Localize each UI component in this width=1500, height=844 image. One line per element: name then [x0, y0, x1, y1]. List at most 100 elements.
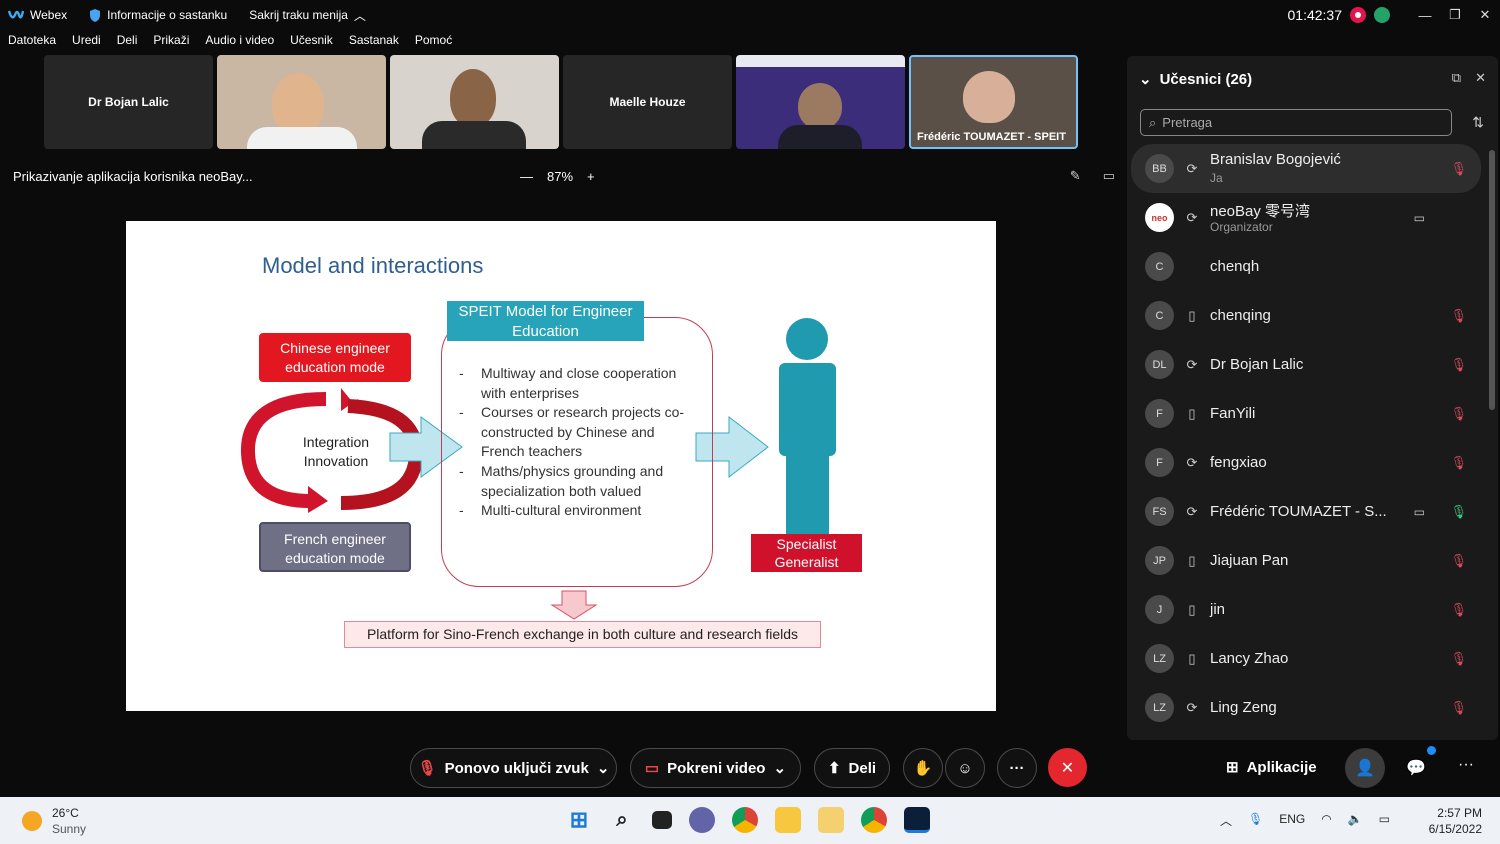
- battery-icon[interactable]: ▭: [1379, 812, 1390, 829]
- chrome-icon[interactable]: [732, 807, 758, 833]
- participant-name: Jiajuan Pan: [1210, 552, 1289, 569]
- weather-widget[interactable]: 26°C Sunny: [22, 805, 86, 837]
- menu-audio-video[interactable]: Audio i video: [205, 33, 274, 53]
- search-icon[interactable]: ⌕: [609, 807, 635, 833]
- share-button[interactable]: ⬆ Deli: [814, 748, 890, 788]
- reactions-button[interactable]: ☺: [945, 748, 985, 788]
- participant-name: Branislav Bogojević: [1210, 151, 1341, 168]
- participant-role: Organizator: [1210, 220, 1273, 234]
- temperature: 26°C: [52, 806, 79, 820]
- mic-muted-icon[interactable]: 🎙: [1450, 406, 1467, 422]
- participants-header[interactable]: ⌄ Učesnici (26): [1139, 70, 1252, 89]
- apps-button[interactable]: ⊞ Aplikacije: [1226, 758, 1317, 777]
- mic-muted-icon[interactable]: 🎙: [1450, 700, 1467, 716]
- microphone-icon[interactable]: 🎙: [1248, 812, 1263, 829]
- video-tile[interactable]: [390, 55, 559, 149]
- webex-logo-icon: [8, 10, 24, 19]
- file-explorer-icon[interactable]: [775, 807, 801, 833]
- bullet-item: Maths/physics grounding and specializati…: [459, 462, 694, 501]
- unmute-button[interactable]: 🎙 Ponovo uključi zvuk ⌄: [410, 748, 617, 788]
- participant-row[interactable]: C ▯ chenqing 🎙: [1131, 291, 1481, 340]
- video-tile-active-speaker[interactable]: Frédéric TOUMAZET - SPEIT: [909, 55, 1078, 149]
- popout-icon[interactable]: ⧉: [1452, 70, 1461, 86]
- menu-participant[interactable]: Učesnik: [290, 33, 333, 53]
- webex-app-label[interactable]: Webex: [8, 8, 67, 22]
- zoom-out-button[interactable]: —: [520, 169, 533, 184]
- leave-meeting-button[interactable]: ✕: [1048, 748, 1087, 787]
- participants-toggle-button[interactable]: 👤: [1345, 748, 1385, 788]
- participant-row[interactable]: neo ⟳ neoBay 零号湾 Organizator ▭: [1131, 193, 1481, 242]
- more-options-button[interactable]: ···: [997, 748, 1037, 788]
- more-icon[interactable]: ···: [1458, 756, 1474, 774]
- video-tile[interactable]: [736, 55, 905, 149]
- notes-icon[interactable]: [818, 807, 844, 833]
- participant-row[interactable]: JP ▯ Jiajuan Pan 🎙: [1131, 536, 1481, 585]
- task-view-icon[interactable]: [652, 811, 672, 829]
- annotate-icon[interactable]: ✎: [1070, 168, 1081, 184]
- start-video-button[interactable]: ▭ Pokreni video ⌄: [630, 748, 801, 788]
- network-health-icon[interactable]: [1374, 7, 1390, 23]
- participant-row[interactable]: LZ ⟳ Ling Zeng 🎙: [1131, 683, 1481, 732]
- windows-start-icon[interactable]: ⊞: [566, 807, 592, 833]
- recording-icon[interactable]: [1350, 7, 1366, 23]
- menu-meeting[interactable]: Sastanak: [349, 33, 399, 53]
- participant-name: Frédéric TOUMAZET - S...: [1210, 503, 1387, 520]
- webex-taskbar-icon[interactable]: [904, 807, 930, 833]
- video-tile[interactable]: [217, 55, 386, 149]
- mic-muted-icon[interactable]: 🎙: [1450, 553, 1467, 569]
- menu-help[interactable]: Pomoć: [415, 33, 452, 53]
- chrome-icon[interactable]: [861, 807, 887, 833]
- participant-row[interactable]: DL ⟳ Dr Bojan Lalic 🎙: [1131, 340, 1481, 389]
- chat-icon[interactable]: 💬: [1406, 758, 1426, 778]
- restore-icon[interactable]: ❐: [1440, 0, 1470, 30]
- wifi-icon[interactable]: ◠: [1321, 812, 1331, 829]
- participant-name: Ling Zeng: [1210, 699, 1277, 716]
- participant-video-body: [247, 127, 357, 149]
- mic-active-icon[interactable]: 🎙: [1450, 504, 1467, 520]
- participant-row[interactable]: J ▯ jin 🎙: [1131, 585, 1481, 634]
- meeting-info-button[interactable]: Informacije o sastanku: [89, 8, 227, 22]
- mic-muted-icon[interactable]: 🎙: [1450, 455, 1467, 471]
- video-tile[interactable]: Dr Bojan Lalic: [44, 55, 213, 149]
- mic-muted-icon[interactable]: 🎙: [1450, 161, 1467, 177]
- menu-view[interactable]: Prikaži: [153, 33, 189, 53]
- hide-menu-button[interactable]: Sakrij traku menija ︿: [249, 7, 366, 24]
- minimize-icon[interactable]: —: [1410, 0, 1440, 30]
- participant-row[interactable]: F ⟳ fengxiao 🎙: [1131, 438, 1481, 487]
- language-indicator[interactable]: ENG: [1279, 812, 1305, 829]
- volume-icon[interactable]: 🔈: [1348, 812, 1363, 829]
- mic-muted-icon[interactable]: 🎙: [1450, 357, 1467, 373]
- participant-row[interactable]: F ▯ FanYili 🎙: [1131, 389, 1481, 438]
- participant-name: chenqh: [1210, 258, 1260, 275]
- menu-file[interactable]: Datoteka: [8, 33, 56, 53]
- close-icon[interactable]: ✕: [1470, 0, 1500, 30]
- platform-box: Platform for Sino-French exchange in bot…: [344, 621, 821, 648]
- chevron-up-icon[interactable]: ︿: [1220, 812, 1232, 829]
- mic-muted-icon[interactable]: 🎙: [1450, 308, 1467, 324]
- close-panel-icon[interactable]: ✕: [1475, 70, 1486, 86]
- participant-row[interactable]: C chenqh: [1131, 242, 1481, 291]
- unmute-label: Ponovo uključi zvuk: [444, 759, 589, 777]
- chevron-down-icon[interactable]: ⌄: [773, 759, 786, 777]
- video-tile[interactable]: Maelle Houze: [563, 55, 732, 149]
- chevron-down-icon[interactable]: ⌄: [597, 759, 610, 777]
- avatar: BB: [1145, 154, 1174, 183]
- avatar: F: [1145, 399, 1174, 428]
- participant-row[interactable]: LZ ▯ Lancy Zhao 🎙: [1131, 634, 1481, 683]
- menu-edit[interactable]: Uredi: [72, 33, 101, 53]
- taskbar-clock[interactable]: 2:57 PM 6/15/2022: [1429, 805, 1482, 837]
- mic-muted-icon[interactable]: 🎙: [1450, 651, 1467, 667]
- sort-icon[interactable]: ⇅: [1472, 114, 1484, 131]
- participant-row[interactable]: BB ⟳ Branislav Bogojević Ja 🎙: [1131, 144, 1481, 193]
- teams-chat-icon[interactable]: [689, 807, 715, 833]
- participant-row[interactable]: FS ⟳ Frédéric TOUMAZET - S... ▭ 🎙: [1131, 487, 1481, 536]
- mic-muted-icon[interactable]: 🎙: [1450, 602, 1467, 618]
- tile-name: Maelle Houze: [609, 95, 686, 109]
- chevron-down-icon[interactable]: ⌄: [1139, 70, 1152, 88]
- participant-search-input[interactable]: ⌕ Pretraga: [1140, 109, 1452, 136]
- share-window-icon[interactable]: ▭: [1103, 168, 1115, 184]
- menu-share[interactable]: Deli: [117, 33, 138, 53]
- zoom-in-button[interactable]: +: [587, 169, 595, 184]
- participant-scrollbar[interactable]: [1489, 150, 1495, 410]
- raise-hand-button[interactable]: ✋: [903, 748, 943, 788]
